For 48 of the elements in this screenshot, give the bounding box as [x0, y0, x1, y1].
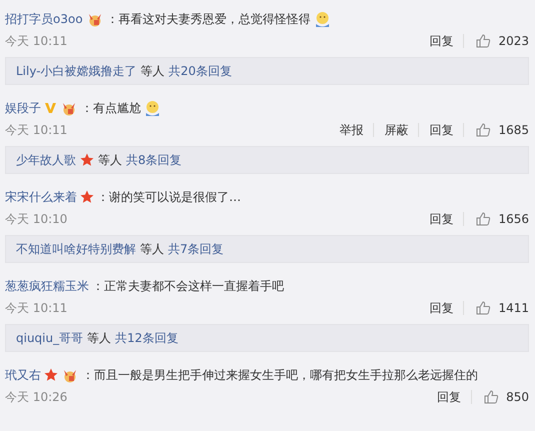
- action-link[interactable]: 屏蔽: [374, 122, 418, 138]
- reply-count-link[interactable]: 共7条回复: [168, 240, 224, 258]
- like-count: 850: [506, 390, 529, 404]
- action-link[interactable]: 回复: [419, 122, 464, 138]
- replies-label: 等人: [140, 62, 165, 80]
- reply-count-link[interactable]: 共20条回复: [168, 62, 232, 80]
- replies-label: 等人: [98, 152, 122, 168]
- comment-text: ：谢的笑可以说是很假了…: [97, 188, 241, 206]
- action-link[interactable]: 回复: [427, 388, 472, 406]
- replies-label: 等人: [87, 330, 112, 346]
- reply-user[interactable]: Lily-小白被嫦娥撸走了: [16, 62, 137, 80]
- star-icon: [80, 190, 94, 204]
- like-icon[interactable]: [476, 34, 492, 48]
- user-name[interactable]: 招打字员o3oo: [5, 10, 83, 28]
- reply-user[interactable]: 不知道叫啥好特别费解: [16, 240, 136, 258]
- verified-icon: [44, 102, 57, 114]
- action-link[interactable]: 回复: [419, 300, 464, 316]
- reply-user[interactable]: 少年故人歌: [16, 152, 76, 168]
- like-count: 1411: [498, 301, 529, 315]
- like-count: 2023: [498, 34, 529, 48]
- timestamp: 今天 10:11: [5, 32, 68, 50]
- reply-count-link[interactable]: 共8条回复: [126, 152, 182, 168]
- timestamp: 今天 10:11: [5, 122, 68, 138]
- comment-text: ：而且一般是男生把手伸过来握女生手吧，哪有把女生手拉那么老远握住的: [82, 366, 478, 384]
- reply-count-link[interactable]: 共12条回复: [115, 330, 178, 346]
- comment-text: ：再看这对夫妻秀恩爱，总觉得怪怪得: [106, 10, 311, 28]
- star-icon: [44, 368, 58, 382]
- like-icon[interactable]: [484, 390, 500, 404]
- like-icon[interactable]: [476, 123, 492, 137]
- user-name[interactable]: 娱段子: [5, 100, 41, 116]
- timestamp: 今天 10:26: [5, 388, 68, 406]
- timestamp: 今天 10:11: [5, 300, 68, 316]
- comment-text: ：正常夫妻都不会这样一直握着手吧: [92, 278, 284, 294]
- reply-user[interactable]: qiuqiu_哥哥: [16, 330, 84, 346]
- like-count: 1656: [498, 212, 529, 226]
- user-name[interactable]: 宋宋什么来着: [5, 188, 77, 206]
- action-link[interactable]: 回复: [419, 32, 464, 50]
- like-count: 1685: [498, 123, 529, 137]
- action-link[interactable]: 举报: [329, 122, 374, 138]
- star-icon: [80, 153, 94, 167]
- comment-text: ：有点尴尬: [81, 100, 141, 116]
- user-name[interactable]: 葱葱疯狂糯玉米: [5, 278, 89, 294]
- like-icon[interactable]: [476, 301, 492, 315]
- like-icon[interactable]: [476, 212, 492, 226]
- user-name[interactable]: 玳又右: [5, 366, 41, 384]
- replies-label: 等人: [140, 240, 164, 258]
- action-link[interactable]: 回复: [419, 210, 464, 228]
- timestamp: 今天 10:10: [5, 210, 68, 228]
